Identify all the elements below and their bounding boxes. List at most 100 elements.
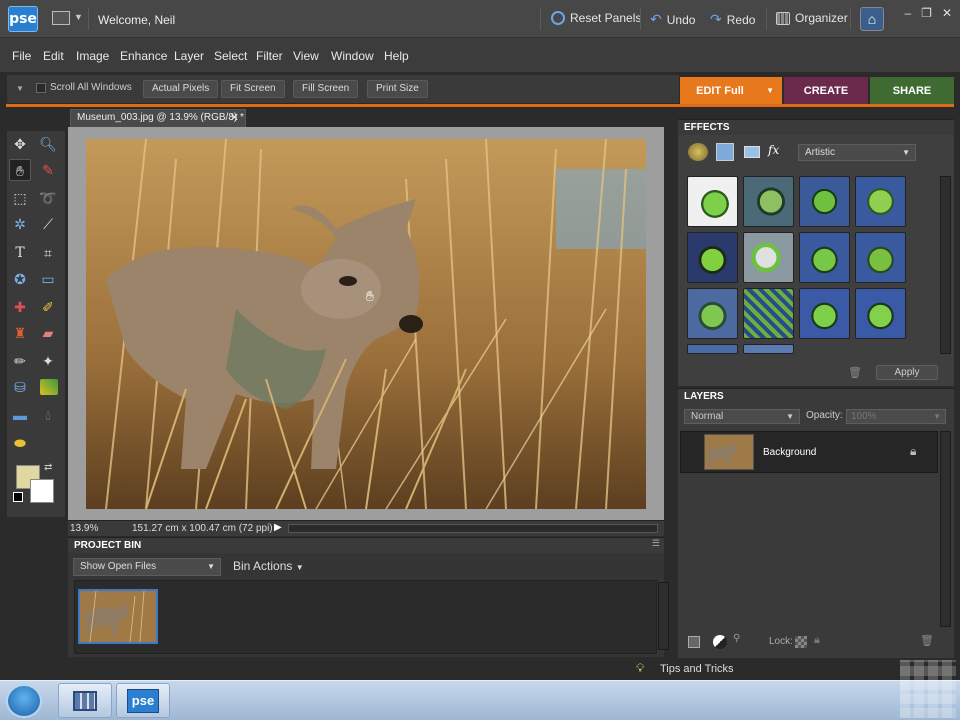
bin-thumbnail-museum[interactable] bbox=[78, 589, 158, 644]
restore-icon[interactable]: ❐ bbox=[921, 6, 932, 20]
organizer-button[interactable]: Organizer bbox=[776, 11, 848, 25]
print-size-button[interactable]: Print Size bbox=[367, 80, 428, 98]
menu-file[interactable]: File bbox=[12, 49, 31, 63]
selection-brush-tool-icon[interactable]: ⟋ bbox=[37, 213, 59, 235]
effect-thumbnail[interactable] bbox=[687, 344, 738, 354]
layer-styles-icon[interactable] bbox=[716, 143, 734, 161]
marquee-tool-icon[interactable]: ⬚ bbox=[9, 187, 31, 209]
sponge-tool-icon[interactable]: ⬬ bbox=[9, 432, 31, 454]
straighten-tool-icon[interactable]: ▭ bbox=[37, 268, 59, 290]
tab-edit-full[interactable]: EDIT Full ▼ bbox=[680, 77, 782, 104]
paint-bucket-tool-icon[interactable]: ⛁ bbox=[9, 376, 31, 398]
horizontal-scrollbar[interactable] bbox=[288, 524, 658, 533]
zoom-tool-icon[interactable]: 🔍︎ bbox=[37, 133, 59, 155]
menu-enhance[interactable]: Enhance bbox=[120, 49, 167, 63]
default-colors-icon[interactable] bbox=[13, 492, 23, 502]
menu-view[interactable]: View bbox=[293, 49, 319, 63]
layers-vertical-scrollbar[interactable] bbox=[940, 431, 951, 627]
close-icon[interactable]: ✕ bbox=[942, 6, 952, 20]
healing-brush-tool-icon[interactable]: ✐ bbox=[37, 296, 59, 318]
eyedropper-tool-icon[interactable]: ✎ bbox=[37, 159, 59, 181]
fit-screen-button[interactable]: Fit Screen bbox=[221, 80, 285, 98]
clone-stamp-tool-icon[interactable]: ♜ bbox=[9, 322, 31, 344]
taskbar-pse-button[interactable]: pse bbox=[116, 683, 170, 718]
panel-menu-icon[interactable]: ☰ bbox=[652, 538, 660, 549]
minimize-icon[interactable]: – bbox=[904, 6, 911, 20]
effects-header[interactable]: EFFECTS bbox=[678, 119, 954, 135]
tab-share[interactable]: SHARE bbox=[870, 77, 954, 104]
effect-thumbnail[interactable] bbox=[799, 232, 850, 283]
effects-category-dropdown[interactable]: Artistic ▼ bbox=[798, 144, 916, 161]
effect-thumbnail[interactable] bbox=[799, 176, 850, 227]
document-photo[interactable]: ✋︎ bbox=[86, 139, 646, 509]
filters-icon[interactable] bbox=[688, 143, 708, 161]
type-tool-icon[interactable]: T bbox=[9, 242, 31, 264]
effect-thumbnail[interactable] bbox=[687, 288, 738, 339]
background-color-swatch[interactable] bbox=[30, 479, 54, 503]
layers-header[interactable]: LAYERS bbox=[678, 388, 954, 404]
gradient-tool-icon[interactable] bbox=[40, 379, 58, 395]
menu-help[interactable]: Help bbox=[384, 49, 409, 63]
undo-button[interactable]: ↶ Undo bbox=[650, 11, 695, 28]
bin-actions-menu[interactable]: Bin Actions ▼ bbox=[233, 559, 304, 573]
brush-tool-icon[interactable]: ✏ bbox=[9, 350, 31, 372]
photo-effects-icon[interactable] bbox=[744, 146, 760, 158]
tab-create[interactable]: CREATE bbox=[784, 77, 868, 104]
trash-icon[interactable]: 🗑︎ bbox=[848, 366, 862, 379]
menu-layer[interactable]: Layer bbox=[174, 49, 204, 63]
bin-vertical-scrollbar[interactable] bbox=[658, 582, 669, 650]
zoom-level[interactable]: 13.9% bbox=[70, 523, 98, 534]
effect-thumbnail[interactable] bbox=[743, 344, 794, 354]
chevron-down-icon[interactable]: ▼ bbox=[74, 12, 83, 22]
cookie-cutter-tool-icon[interactable]: ✪ bbox=[9, 268, 31, 290]
menu-edit[interactable]: Edit bbox=[43, 49, 64, 63]
effects-vertical-scrollbar[interactable] bbox=[940, 176, 951, 354]
red-eye-tool-icon[interactable]: ✚ bbox=[9, 296, 31, 318]
tips-and-tricks-link[interactable]: Tips and Tricks bbox=[660, 663, 734, 675]
adjustment-layer-icon[interactable] bbox=[713, 635, 727, 649]
shape-tool-icon[interactable]: ▬ bbox=[9, 404, 31, 426]
move-tool-icon[interactable]: ✥ bbox=[9, 133, 31, 155]
layout-icon[interactable] bbox=[52, 11, 70, 25]
status-menu-arrow-icon[interactable]: ▶ bbox=[274, 522, 282, 533]
redo-button[interactable]: ↷ Redo bbox=[710, 11, 755, 28]
opacity-field[interactable]: 100% ▼ bbox=[846, 409, 946, 424]
lock-transparent-icon[interactable] bbox=[795, 636, 807, 648]
effect-thumbnail[interactable] bbox=[743, 288, 794, 339]
blur-tool-icon[interactable]: 💧︎ bbox=[37, 404, 59, 426]
clip-icon[interactable]: ⚲ bbox=[733, 633, 740, 644]
effect-thumbnail[interactable] bbox=[855, 176, 906, 227]
new-layer-icon[interactable] bbox=[688, 636, 700, 648]
document-tab[interactable]: Museum_003.jpg @ 13.9% (RGB/8) * ✕ bbox=[70, 109, 246, 127]
smart-brush-tool-icon[interactable]: ✦ bbox=[37, 350, 59, 372]
fill-screen-button[interactable]: Fill Screen bbox=[293, 80, 359, 98]
reset-panels-button[interactable]: Reset Panels bbox=[551, 11, 641, 25]
home-icon[interactable]: ⌂ bbox=[860, 7, 884, 31]
menu-filter[interactable]: Filter bbox=[256, 49, 283, 63]
effect-thumbnail[interactable] bbox=[743, 176, 794, 227]
actual-pixels-button[interactable]: Actual Pixels bbox=[143, 80, 219, 98]
crop-tool-icon[interactable]: ⌗ bbox=[37, 242, 59, 264]
menu-window[interactable]: Window bbox=[331, 49, 374, 63]
effect-thumbnail[interactable] bbox=[743, 232, 794, 283]
menu-image[interactable]: Image bbox=[76, 49, 109, 63]
effect-thumbnail[interactable] bbox=[855, 288, 906, 339]
menu-select[interactable]: Select bbox=[214, 49, 247, 63]
taskbar-organizer-button[interactable] bbox=[58, 683, 112, 718]
eraser-tool-icon[interactable]: ▰ bbox=[37, 322, 59, 344]
magic-wand-tool-icon[interactable]: ✲ bbox=[9, 213, 31, 235]
project-bin-header[interactable]: PROJECT BIN ☰ bbox=[68, 537, 664, 553]
scroll-all-windows-checkbox[interactable] bbox=[36, 83, 46, 93]
effect-thumbnail[interactable] bbox=[799, 288, 850, 339]
windows-start-button[interactable] bbox=[6, 684, 42, 718]
lock-all-icon[interactable]: 🔒︎ bbox=[814, 634, 820, 647]
hand-tool-icon[interactable]: ✋︎ bbox=[9, 159, 31, 181]
close-icon[interactable]: ✕ bbox=[230, 110, 239, 126]
show-open-files-dropdown[interactable]: Show Open Files ▼ bbox=[73, 558, 221, 576]
lasso-tool-icon[interactable]: ➰ bbox=[37, 187, 59, 209]
effect-thumbnail[interactable] bbox=[855, 232, 906, 283]
apply-effect-button[interactable]: Apply bbox=[876, 365, 938, 380]
effect-thumbnail[interactable] bbox=[687, 176, 738, 227]
delete-layer-icon[interactable]: 🗑︎ bbox=[920, 634, 934, 647]
all-effects-fx-icon[interactable]: fx bbox=[768, 143, 779, 157]
